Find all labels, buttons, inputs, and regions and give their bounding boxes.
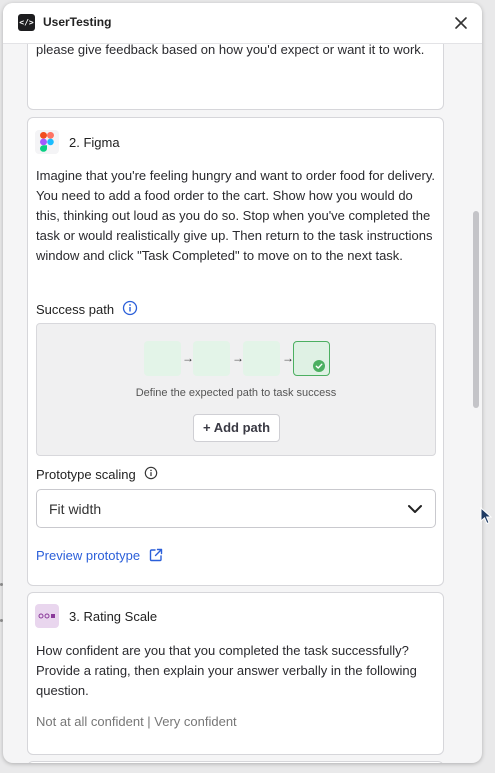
prototype-scaling-label: Prototype scaling [36, 466, 158, 483]
figma-icon [35, 130, 59, 154]
success-path-hint: Define the expected path to task success [135, 387, 337, 399]
close-icon [455, 17, 467, 29]
task-title: 2. Figma [69, 134, 120, 150]
task-card-rating-scale[interactable]: 3. Rating Scale How confident are you th… [27, 592, 444, 755]
path-step [243, 341, 280, 376]
title-bar: </> UserTesting [3, 3, 482, 44]
task-header: 2. Figma [35, 130, 120, 154]
usertesting-window: </> UserTesting please give feedback bas… [3, 3, 482, 763]
task-card-4[interactable] [27, 761, 444, 763]
prototype-scaling-value: Fit width [49, 501, 102, 517]
success-path-label: Success path [36, 300, 138, 319]
path-step [144, 341, 181, 376]
task-list[interactable]: please give feedback based on how you'd … [3, 43, 482, 763]
chevron-down-icon [408, 505, 422, 513]
external-link-icon [149, 548, 163, 562]
success-path-label-text: Success path [36, 302, 115, 317]
code-icon: </> [18, 14, 35, 31]
info-icon[interactable] [144, 466, 158, 483]
check-circle-icon [313, 360, 325, 372]
task-title: 3. Rating Scale [69, 608, 158, 624]
mouse-cursor-icon [480, 507, 492, 525]
task-1-body: please give feedback based on how you'd … [36, 43, 425, 57]
prototype-scaling-label-text: Prototype scaling [36, 467, 136, 482]
app-title: UserTesting [43, 15, 112, 29]
scrollbar-thumb[interactable] [473, 211, 479, 408]
close-button[interactable] [452, 14, 470, 32]
task-instructions: Imagine that you're feeling hungry and w… [36, 168, 435, 263]
rating-scale-icon [35, 604, 59, 628]
add-path-button[interactable]: + Add path [193, 414, 280, 442]
task-instructions: How confident are you that you completed… [36, 643, 417, 698]
rating-scale-labels: Not at all confident | Very confident [36, 714, 237, 729]
prototype-scaling-select[interactable]: Fit width [36, 489, 436, 528]
path-step-success [293, 341, 330, 376]
info-icon[interactable] [122, 300, 138, 319]
path-step [193, 341, 230, 376]
background-dot [0, 619, 3, 622]
background-dot [0, 583, 3, 586]
task-card-figma[interactable]: 2. Figma Imagine that you're feeling hun… [27, 117, 444, 586]
task-header: 3. Rating Scale [35, 604, 157, 628]
success-path-box: → → → Define the expected path to task s… [36, 323, 436, 456]
preview-prototype-label: Preview prototype [36, 547, 141, 563]
preview-prototype-link[interactable]: Preview prototype [36, 547, 164, 563]
task-card-1[interactable]: please give feedback based on how you'd … [27, 43, 444, 110]
